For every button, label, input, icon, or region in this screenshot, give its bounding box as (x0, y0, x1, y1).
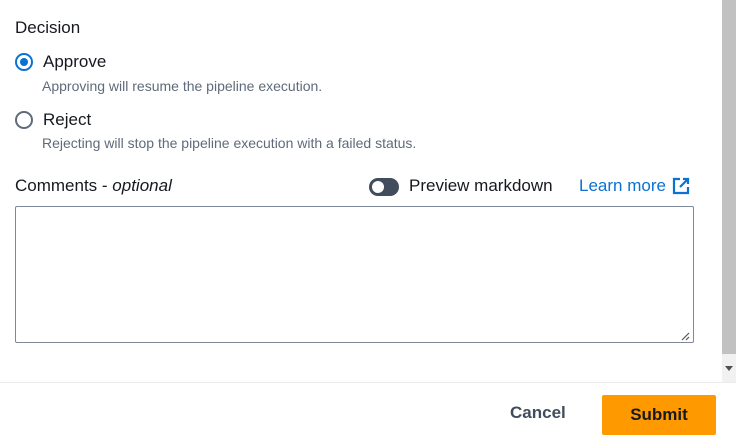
reject-description: Rejecting will stop the pipeline executi… (42, 135, 417, 151)
reject-radio[interactable] (15, 111, 33, 129)
preview-markdown-label[interactable]: Preview markdown (409, 176, 553, 196)
reject-label[interactable]: Reject (43, 110, 91, 130)
learn-more-link[interactable]: Learn more (579, 176, 690, 196)
approval-form: Decision Approve Approving will resume t… (0, 0, 722, 382)
reject-option[interactable]: Reject (15, 110, 91, 130)
external-link-icon (672, 177, 690, 195)
submit-button[interactable]: Submit (602, 395, 716, 435)
approve-description: Approving will resume the pipeline execu… (42, 78, 323, 94)
preview-markdown-toggle[interactable] (369, 178, 399, 196)
approve-radio[interactable] (15, 53, 33, 71)
scroll-thumb[interactable] (722, 0, 736, 354)
optional-tag: optional (112, 176, 172, 195)
comments-label-text: Comments - (15, 176, 113, 195)
approve-label[interactable]: Approve (43, 52, 106, 72)
decision-legend: Decision (15, 18, 81, 37)
vertical-scrollbar[interactable] (722, 0, 736, 382)
modal-footer: Cancel Submit (0, 382, 736, 445)
toggle-knob (372, 181, 384, 193)
cancel-button[interactable]: Cancel (496, 399, 580, 427)
comments-label: Comments - optional (15, 176, 172, 196)
scroll-down-arrow-icon[interactable] (725, 366, 733, 371)
approve-option[interactable]: Approve (15, 52, 106, 72)
learn-more-text[interactable]: Learn more (579, 176, 666, 196)
comments-textarea[interactable] (15, 206, 694, 343)
resize-grip-icon[interactable] (680, 331, 690, 341)
